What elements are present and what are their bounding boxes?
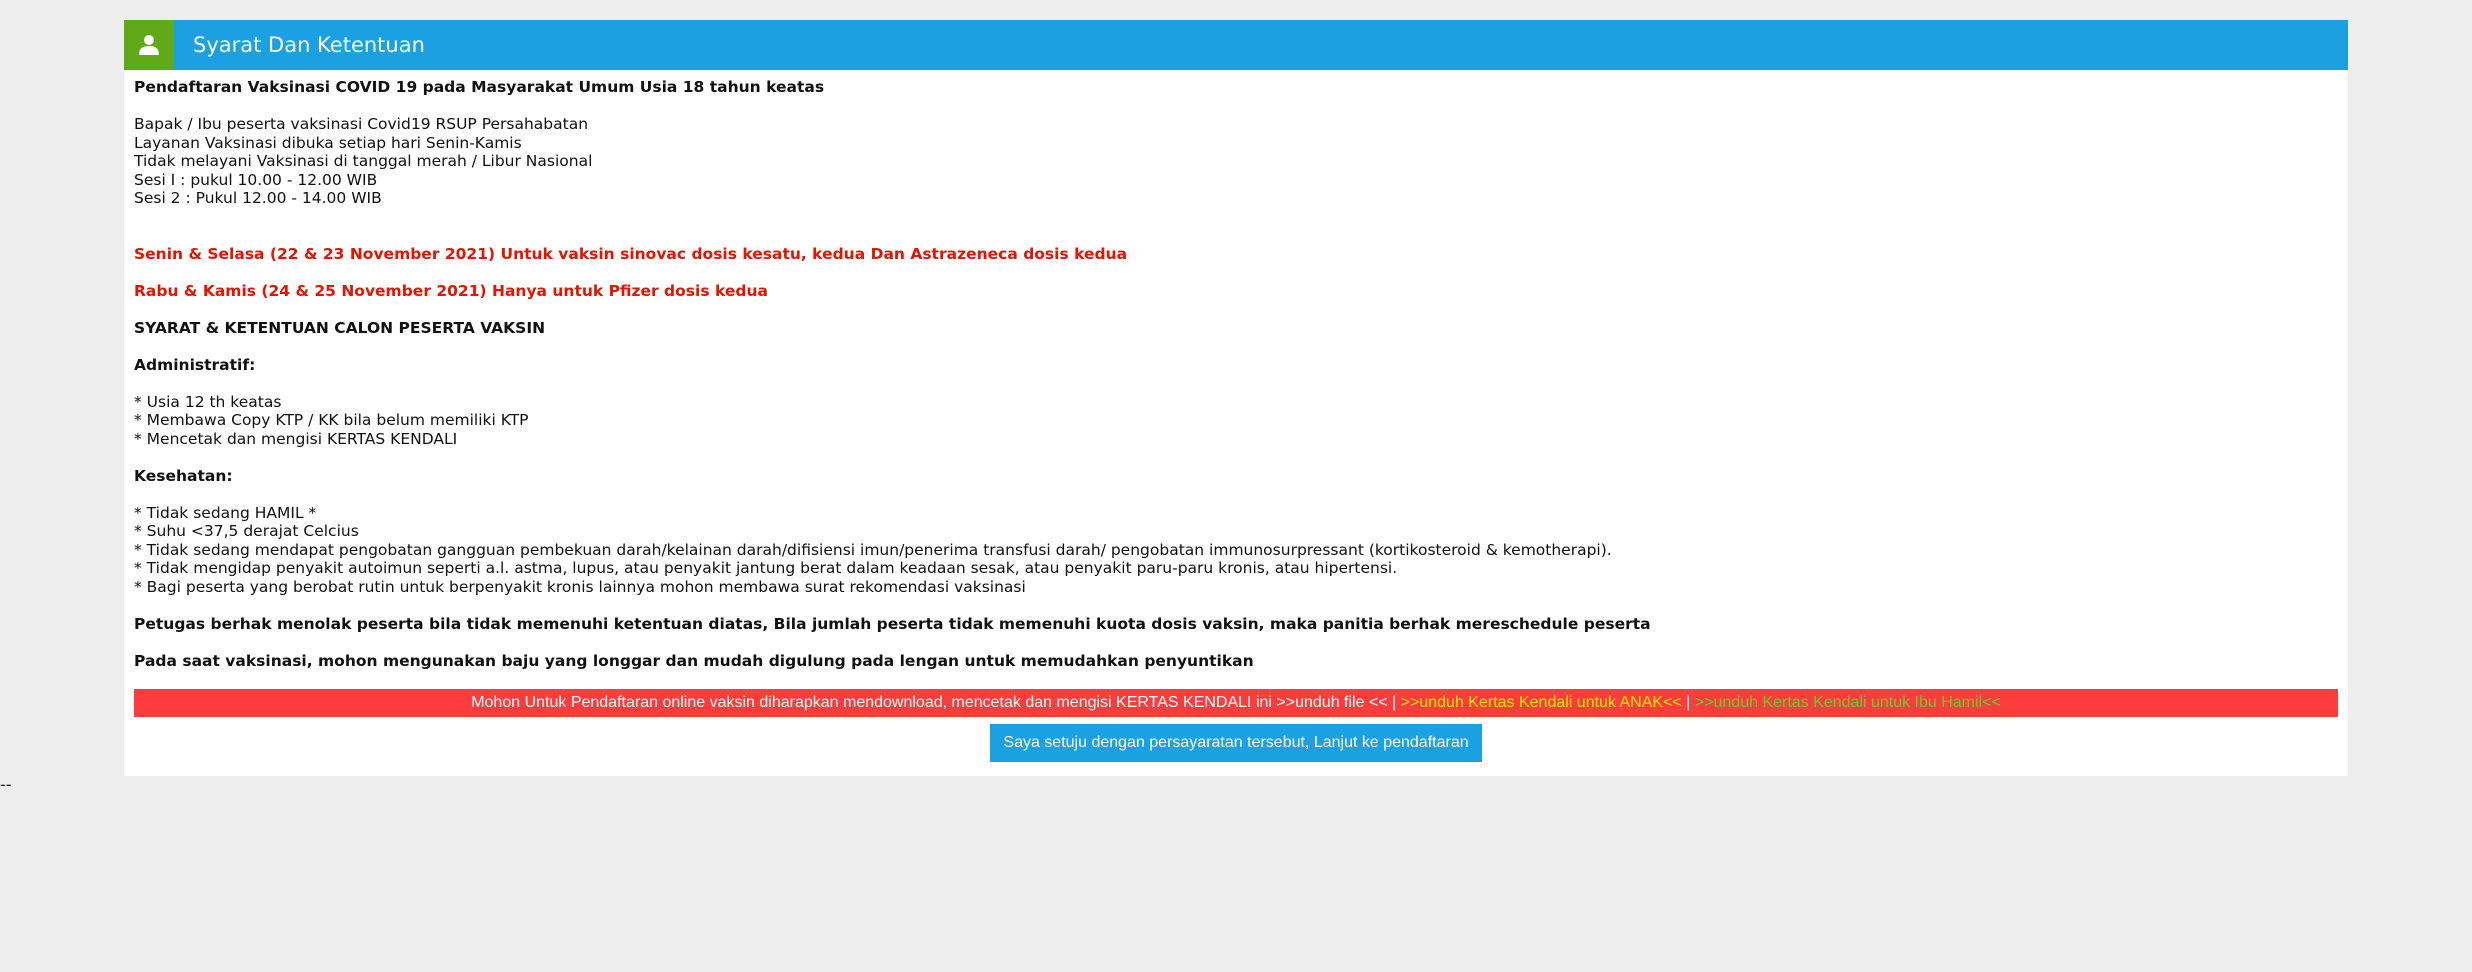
intro-line: Sesi I : pukul 10.00 - 12.00 WIB bbox=[134, 170, 378, 189]
schedule-notice-1: Senin & Selasa (22 & 23 November 2021) U… bbox=[134, 244, 1128, 263]
rejection-note: Petugas berhak menolak peserta bila tida… bbox=[134, 614, 1651, 633]
health-item: * Tidak sedang HAMIL * bbox=[134, 503, 317, 522]
intro-line: Sesi 2 : Pukul 12.00 - 14.00 WIB bbox=[134, 189, 382, 207]
download-pregnant-form-link[interactable]: >>unduh Kertas Kendali untuk Ibu Hamil<< bbox=[1695, 694, 2001, 711]
download-notice-text: Mohon Untuk Pendaftaran online vaksin di… bbox=[471, 694, 1277, 711]
intro-line: Tidak melayani Vaksinasi di tanggal mera… bbox=[134, 152, 593, 170]
download-child-form-link[interactable]: >>unduh Kertas Kendali untuk ANAK<< bbox=[1401, 694, 1682, 711]
admin-item: * Mencetak dan mengisi KERTAS KENDALI bbox=[134, 429, 458, 448]
admin-item: * Membawa Copy KTP / KK bila belum memil… bbox=[134, 411, 529, 429]
link-separator: | bbox=[1387, 694, 1401, 711]
download-form-link[interactable]: >>unduh file << bbox=[1276, 694, 1387, 711]
download-notice-bar: Mohon Untuk Pendaftaran online vaksin di… bbox=[134, 689, 2338, 717]
health-heading: Kesehatan: bbox=[134, 466, 233, 485]
terms-content: Pendaftaran Vaksinasi COVID 19 pada Masy… bbox=[134, 78, 2338, 670]
link-separator: | bbox=[1681, 694, 1695, 711]
clothing-note: Pada saat vaksinasi, mohon mengunakan ba… bbox=[134, 651, 1254, 670]
health-item: * Suhu <37,5 derajat Celcius bbox=[134, 522, 359, 540]
admin-item: * Usia 12 th keatas bbox=[134, 392, 282, 411]
intro-line: Bapak / Ibu peserta vaksinasi Covid19 RS… bbox=[134, 115, 589, 133]
agree-continue-button[interactable]: Saya setuju dengan persayaratan tersebut… bbox=[990, 724, 1482, 762]
health-item: * Tidak sedang mendapat pengobatan gangg… bbox=[134, 540, 1612, 559]
footer-text: -- bbox=[0, 775, 12, 794]
user-icon bbox=[139, 35, 159, 55]
header-icon-box bbox=[124, 20, 174, 70]
panel-title: Syarat Dan Ketentuan bbox=[193, 33, 425, 57]
intro-line: Layanan Vaksinasi dibuka setiap hari Sen… bbox=[134, 133, 522, 152]
terms-panel: Syarat Dan Ketentuan Pendaftaran Vaksina… bbox=[124, 20, 2348, 776]
panel-header: Syarat Dan Ketentuan bbox=[124, 20, 2348, 70]
health-item: * Tidak mengidap penyakit autoimun seper… bbox=[134, 559, 1398, 577]
terms-heading: SYARAT & KETENTUAN CALON PESERTA VAKSIN bbox=[134, 318, 546, 337]
page-heading: Pendaftaran Vaksinasi COVID 19 pada Masy… bbox=[134, 78, 825, 96]
schedule-notice-2: Rabu & Kamis (24 & 25 November 2021) Han… bbox=[134, 281, 768, 300]
health-item: * Bagi peserta yang berobat rutin untuk … bbox=[134, 577, 1026, 596]
admin-heading: Administratif: bbox=[134, 355, 256, 374]
